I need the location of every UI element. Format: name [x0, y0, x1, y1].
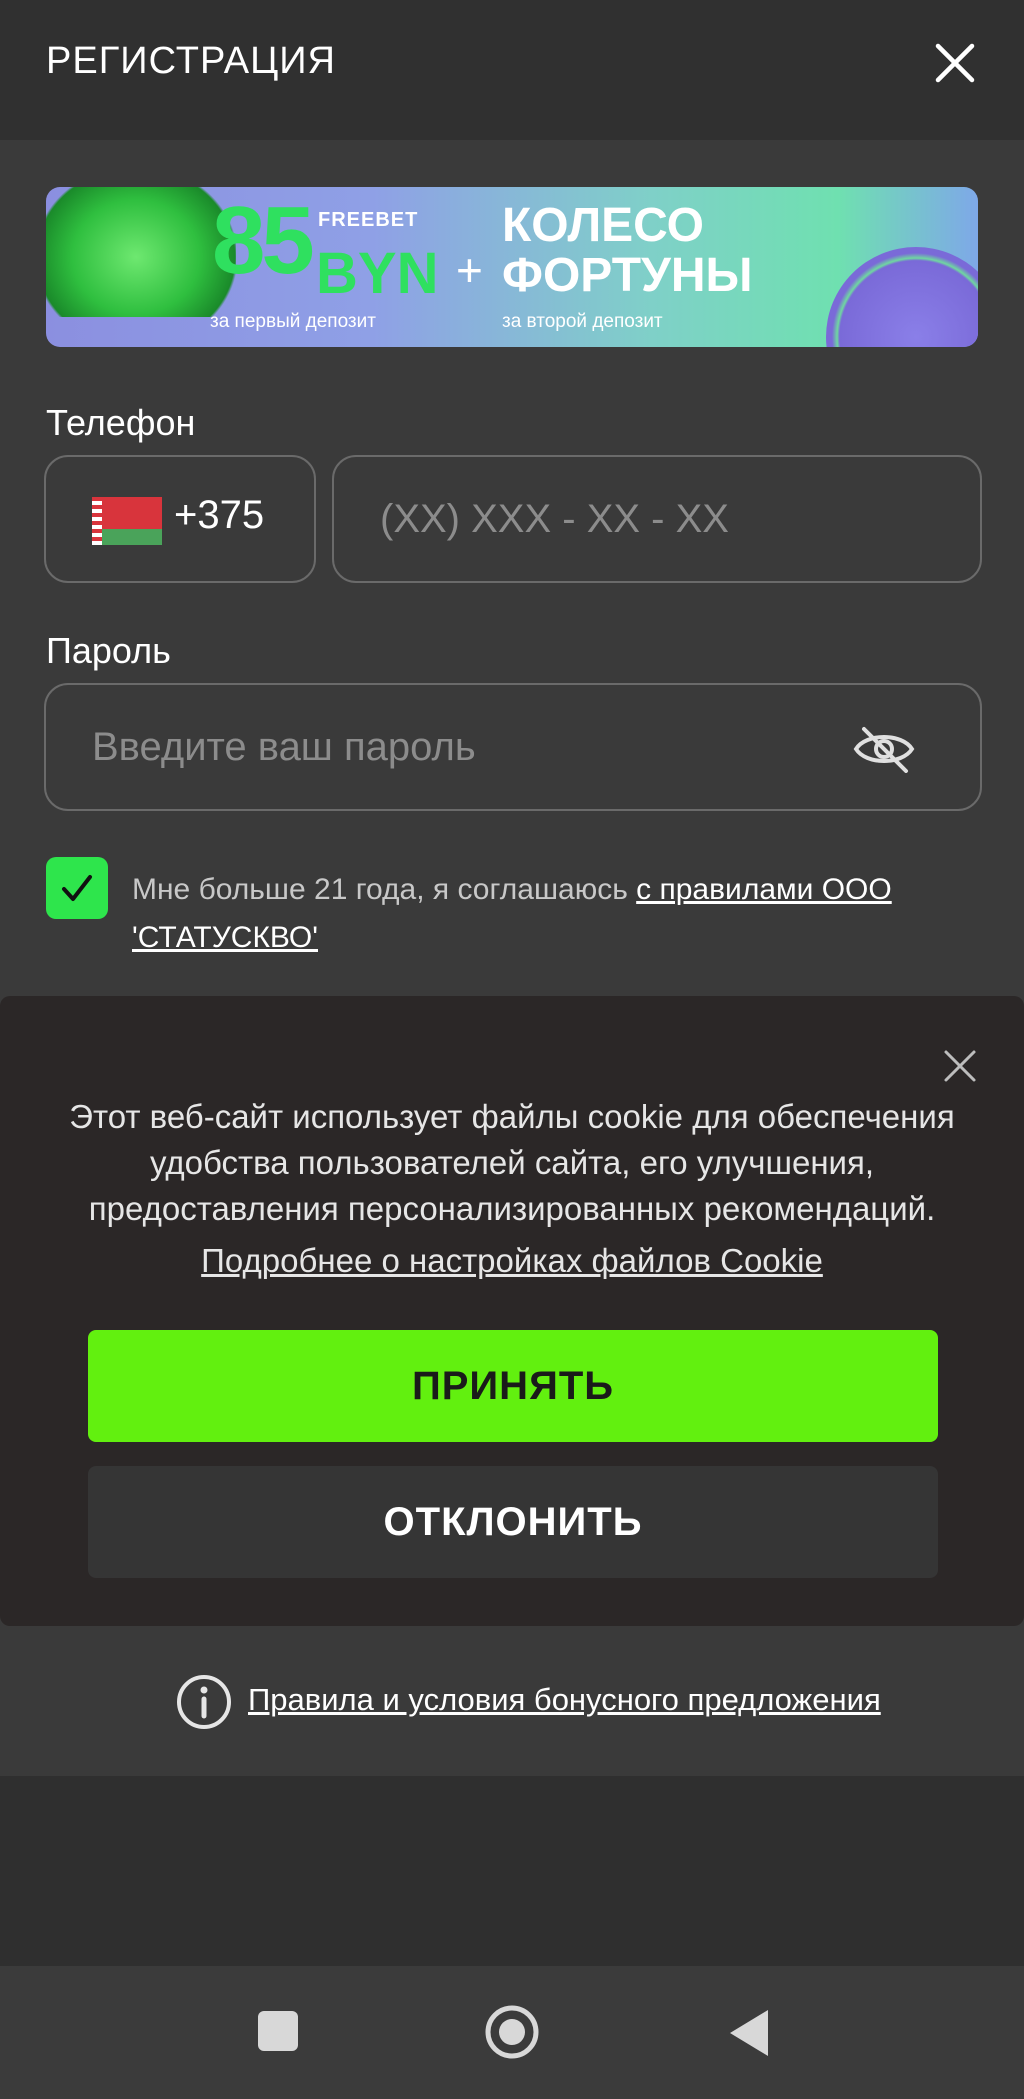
- checkmark-icon: [62, 875, 92, 901]
- cookie-close-icon[interactable]: [940, 1046, 980, 1086]
- agree-text: Мне больше 21 года, я соглашаюсь с прави…: [132, 866, 892, 962]
- age-agree-checkbox[interactable]: [46, 857, 108, 919]
- phone-input[interactable]: [334, 457, 980, 581]
- banner-freebet: FREEBET: [318, 209, 419, 231]
- home-icon[interactable]: [484, 2004, 540, 2060]
- banner-wheel-text: КОЛЕСО ФОРТУНЫ: [502, 199, 753, 303]
- password-label: Пароль: [46, 630, 171, 671]
- banner-wheel-line2: ФОРТУНЫ: [502, 249, 753, 303]
- decline-button[interactable]: ОТКЛОНИТЬ: [88, 1466, 938, 1578]
- page-title: РЕГИСТРАЦИЯ: [46, 40, 336, 82]
- banner-wheel-line1: КОЛЕСО: [502, 199, 704, 252]
- banner-sub-first: за первый депозит: [210, 311, 376, 332]
- promo-banner[interactable]: 85 FREEBET BYN + КОЛЕСО ФОРТУНЫ за первы…: [46, 187, 978, 347]
- banner-plus: +: [456, 244, 483, 296]
- back-icon[interactable]: [722, 2006, 772, 2060]
- banner-amount: 85: [212, 187, 315, 294]
- accept-button[interactable]: ПРИНЯТЬ: [88, 1330, 938, 1442]
- banner-currency: BYN: [316, 241, 439, 306]
- agree-text-label: Мне больше 21 года, я соглашаюсь: [132, 873, 637, 906]
- phone-field[interactable]: [332, 455, 982, 583]
- header: РЕГИСТРАЦИЯ: [0, 0, 1024, 140]
- belarus-flag-icon: [92, 497, 162, 545]
- info-icon: [177, 1675, 231, 1729]
- password-input[interactable]: [46, 685, 980, 809]
- country-code-selector[interactable]: +375: [44, 455, 316, 583]
- wheel-image: [826, 247, 978, 347]
- password-field[interactable]: [44, 683, 982, 811]
- cookie-text: Этот веб-сайт использует файлы cookie дл…: [69, 1098, 955, 1227]
- recent-apps-icon[interactable]: [258, 2011, 298, 2051]
- phone-label: Телефон: [46, 402, 196, 443]
- banner-sub-second: за второй депозит: [502, 311, 663, 332]
- close-icon[interactable]: [930, 38, 980, 88]
- page-background: [0, 1776, 1024, 1966]
- cookie-settings-link[interactable]: Подробнее о настройках файлов Cookie: [0, 1242, 1024, 1280]
- eye-off-icon[interactable]: [852, 725, 916, 773]
- bonus-rules-link[interactable]: Правила и условия бонусного предложения: [248, 1682, 881, 1718]
- football-boot-image: [46, 187, 236, 317]
- country-code: +375: [174, 493, 265, 537]
